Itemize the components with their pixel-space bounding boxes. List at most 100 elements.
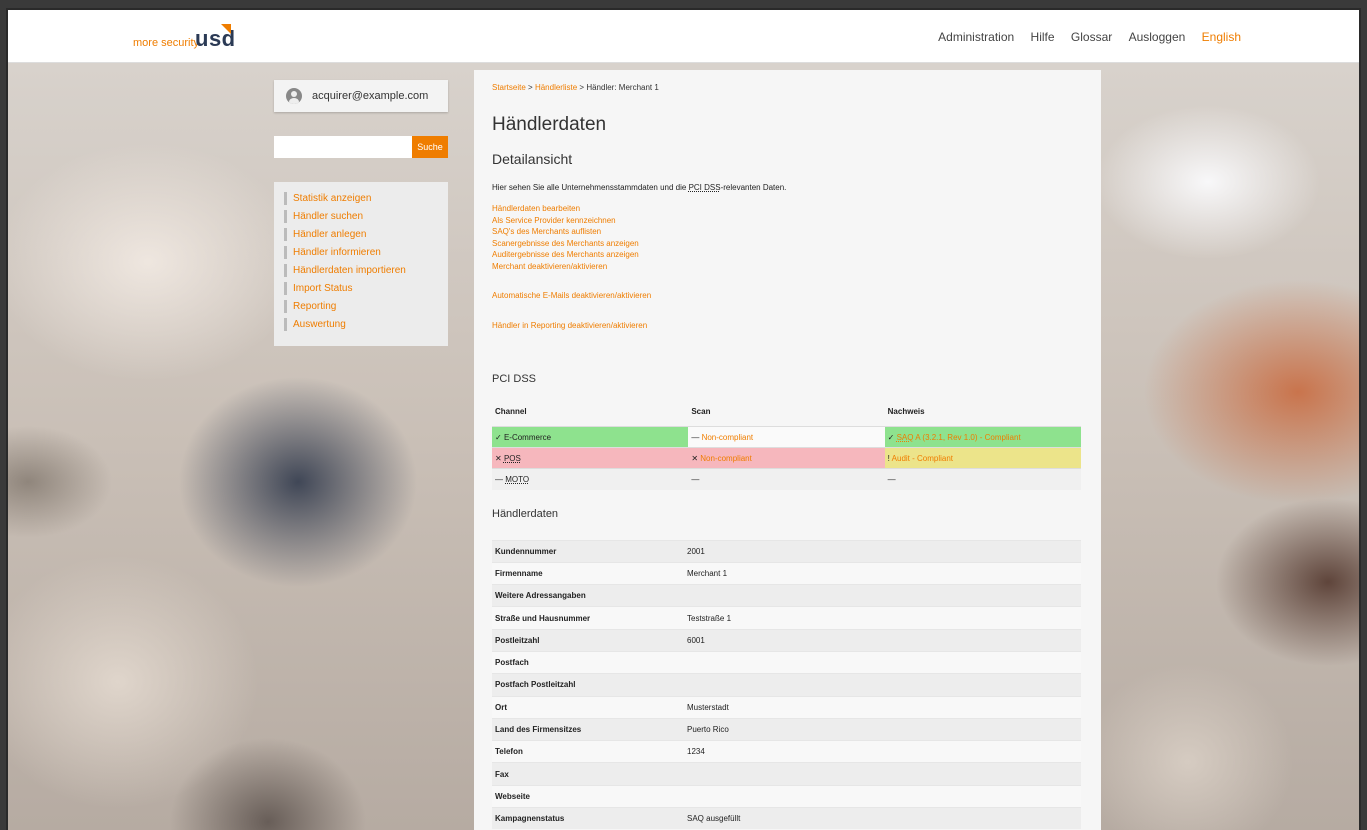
field-label: Telefon [492,740,684,763]
field-value: SAQ ausgefüllt [684,807,1081,830]
menu-item-create-merchant[interactable]: Händler anlegen [284,228,438,241]
table-row: ✕ POS ✕ Non-compliant ! Audit - Complian… [492,447,1081,469]
channel-name: POS [503,453,521,463]
channel-cell-moto: — MOTO [492,468,689,490]
table-row: Postleitzahl 6001 [492,628,1081,652]
sidebar-menu: Statistik anzeigen Händler suchen Händle… [274,182,448,346]
field-value: 2001 [684,539,1081,563]
table-row: Kundennummer 2001 [492,539,1081,563]
field-value: 6001 [684,628,1081,652]
field-label: Ort [492,695,684,719]
field-label: Webseite [492,784,684,808]
column-header-channel: Channel [495,407,527,416]
field-label: Land des Firmensitzes [492,717,684,741]
user-box[interactable]: acquirer@example.com [274,80,448,112]
table-row: Kampagnenstatus SAQ ausgefüllt [492,807,1081,830]
pci-dss-table: Channel Scan Nachweis ✓ E-Commerce — Non… [492,407,1081,490]
menu-item-import-merchants[interactable]: Händlerdaten importieren [284,264,438,277]
scan-status-link[interactable]: Non-compliant [702,433,754,442]
field-label: Postleitzahl [492,628,684,652]
menu-item-statistics[interactable]: Statistik anzeigen [284,192,438,205]
link-show-scan-results[interactable]: Scanergebnisse des Merchants anzeigen [492,238,1083,250]
column-header-scan: Scan [691,407,711,416]
language-switch[interactable]: English [1202,30,1241,44]
search-input[interactable] [274,136,412,158]
menu-item-search-merchants[interactable]: Händler suchen [284,210,438,223]
field-label: Weitere Adressangaben [492,584,684,607]
link-edit-merchant[interactable]: Händlerdaten bearbeiten [492,203,1083,215]
table-row: Postfach [492,650,1081,674]
table-row: Ort Musterstadt [492,695,1081,719]
intro-text: Hier sehen Sie alle Unternehmensstammdat… [492,183,1083,192]
menu-item-import-status[interactable]: Import Status [284,282,438,295]
channel-cell-ecommerce: ✓ E-Commerce [492,426,689,448]
link-list-saqs[interactable]: SAQ's des Merchants auflisten [492,226,1083,238]
logo-triangle-icon [221,24,231,34]
scan-cell: — [688,468,885,490]
field-label: Straße und Hausnummer [492,606,684,630]
field-value [684,650,1081,674]
table-row: Postfach Postleitzahl [492,673,1081,697]
browser-viewport: more security. usd Administration Hilfe … [6,8,1361,830]
table-row: Straße und Hausnummer Teststraße 1 [492,606,1081,630]
proof-status-link[interactable]: Audit - Compliant [892,454,953,463]
action-links: Händlerdaten bearbeiten Als Service Prov… [492,203,1083,331]
field-value [684,784,1081,808]
link-toggle-merchant[interactable]: Merchant deaktivieren/aktivieren [492,261,1083,273]
intro-text-start: Hier sehen Sie alle Unternehmensstammdat… [492,183,689,192]
menu-item-inform-merchants[interactable]: Händler informieren [284,246,438,259]
nav-glossary[interactable]: Glossar [1071,30,1112,44]
breadcrumb-separator: > [528,83,533,92]
breadcrumb-current: Händler: Merchant 1 [586,83,659,92]
link-show-audit-results[interactable]: Auditergebnisse des Merchants anzeigen [492,249,1083,261]
page-subtitle: Detailansicht [492,151,573,167]
top-navigation: Administration Hilfe Glossar Ausloggen E… [925,30,1241,44]
field-label: Kampagnenstatus [492,807,684,830]
link-mark-service-provider[interactable]: Als Service Provider kennzeichnen [492,215,1083,227]
dash-icon: — [691,474,700,484]
nav-logout[interactable]: Ausloggen [1129,30,1186,44]
top-bar: more security. usd Administration Hilfe … [8,10,1359,63]
channel-cell-pos: ✕ POS [492,447,689,469]
table-row: Weitere Adressangaben [492,584,1081,607]
merchant-data-table: Kundennummer 2001 Firmenname Merchant 1 We… [492,539,1081,830]
field-value: Merchant 1 [684,561,1081,585]
cross-icon: ✕ [691,453,699,463]
nav-administration[interactable]: Administration [938,30,1014,44]
main-content: Startseite > Händlerliste > Händler: Mer… [474,70,1101,830]
user-avatar-icon [286,88,302,104]
proof-cell: ✓ SAQ A (3.2.1, Rev 1.0) - Compliant [884,426,1081,448]
exclamation-icon: ! [887,453,890,463]
user-email: acquirer@example.com [312,90,429,102]
search-button[interactable]: Suche [412,136,448,158]
scan-cell: — Non-compliant [688,426,885,448]
table-row: Land des Firmensitzes Puerto Rico [492,717,1081,741]
pci-dss-abbreviation: PCI DSS [688,183,721,192]
menu-item-evaluation[interactable]: Auswertung [284,318,438,331]
field-label: Firmenname [492,561,684,585]
channel-name: E-Commerce [503,432,552,442]
table-row: Firmenname Merchant 1 [492,561,1081,585]
proof-status-link[interactable]: SAQ A (3.2.1, Rev 1.0) - Compliant [897,433,1021,442]
proof-cell: ! Audit - Compliant [884,447,1081,469]
link-toggle-emails[interactable]: Automatische E-Mails deaktivieren/aktivi… [492,290,1083,302]
field-label: Postfach Postleitzahl [492,673,684,697]
channel-name: MOTO [505,474,530,484]
menu-item-reporting[interactable]: Reporting [284,300,438,313]
field-value: Musterstadt [684,695,1081,719]
scan-status-link[interactable]: Non-compliant [700,454,752,463]
nav-help[interactable]: Hilfe [1031,30,1055,44]
breadcrumb-merchant-list[interactable]: Händlerliste [535,83,577,92]
proof-cell: — [884,468,1081,490]
dash-icon: — [691,432,700,442]
table-row: Webseite [492,784,1081,808]
field-value [684,584,1081,607]
link-toggle-reporting[interactable]: Händler in Reporting deaktivieren/aktivi… [492,320,1083,332]
page-title: Händlerdaten [492,114,607,135]
dash-icon: — [887,474,896,484]
field-label: Fax [492,762,684,786]
breadcrumb-home[interactable]: Startseite [492,83,526,92]
scan-cell: ✕ Non-compliant [688,447,885,469]
breadcrumb-separator: > [579,83,585,92]
table-row: Telefon 1234 [492,740,1081,763]
